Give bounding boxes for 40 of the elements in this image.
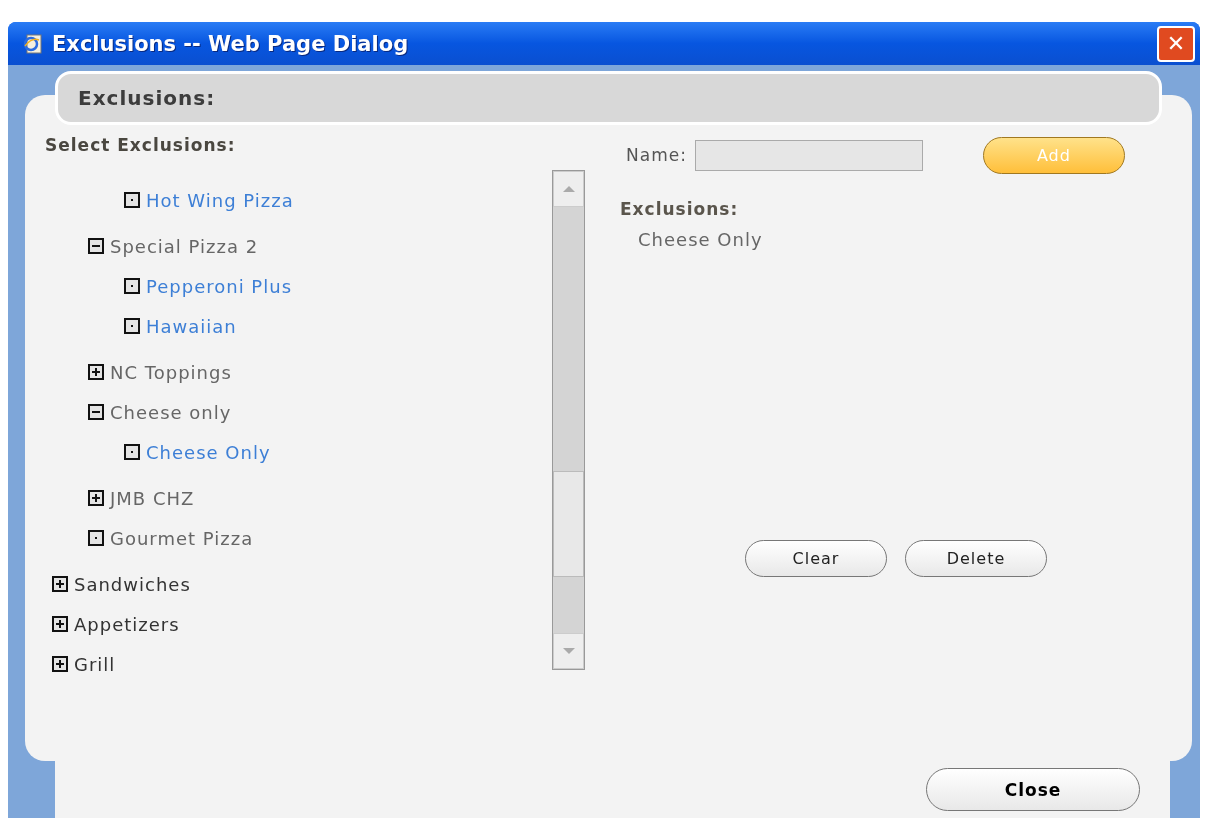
close-button[interactable]: ✕: [1157, 25, 1195, 62]
exclusions-title: Exclusions:: [620, 199, 740, 219]
scrollbar[interactable]: [552, 170, 585, 670]
scroll-thumb[interactable]: [553, 471, 584, 577]
expand-icon[interactable]: [88, 490, 104, 506]
exclusion-item[interactable]: Cheese Only: [638, 229, 1192, 250]
tree-title: Select Exclusions:: [45, 135, 237, 155]
expand-icon[interactable]: [88, 364, 104, 380]
name-field[interactable]: [694, 139, 923, 171]
leaf-icon[interactable]: [88, 530, 104, 546]
category-label[interactable]: Gourmet Pizza: [110, 527, 254, 549]
exclusion-link[interactable]: Pepperoni Plus: [146, 275, 292, 297]
collapse-icon[interactable]: [88, 238, 104, 254]
window-title: Exclusions -- Web Page Dialog: [52, 31, 410, 56]
header-title: Exclusions:: [78, 86, 216, 110]
category-label[interactable]: Special Pizza 2: [110, 235, 259, 257]
category-label[interactable]: JMB CHZ: [110, 487, 195, 509]
category-label[interactable]: Grill: [74, 653, 116, 675]
close-dialog-button[interactable]: Close: [926, 768, 1140, 811]
leaf-icon[interactable]: [124, 278, 140, 294]
name-label: Name:: [626, 145, 687, 165]
category-label[interactable]: NC Toppings: [110, 361, 232, 383]
expand-icon[interactable]: [52, 656, 68, 672]
leaf-icon[interactable]: [124, 444, 140, 460]
collapse-icon[interactable]: [88, 404, 104, 420]
exclusion-link[interactable]: Hot Wing Pizza: [146, 189, 294, 211]
category-label[interactable]: Sandwiches: [74, 573, 191, 595]
leaf-icon[interactable]: [124, 192, 140, 208]
exclusion-link[interactable]: Hawaiian: [146, 315, 237, 337]
category-label[interactable]: Cheese only: [110, 401, 232, 423]
leaf-icon[interactable]: [124, 318, 140, 334]
down-arrow-icon: [561, 647, 576, 655]
category-label[interactable]: Appetizers: [74, 613, 180, 635]
action-button[interactable]: Delete: [905, 540, 1047, 577]
exclusion-link[interactable]: Cheese Only: [146, 441, 271, 463]
up-arrow-icon: [561, 185, 576, 193]
expand-icon[interactable]: [52, 616, 68, 632]
expand-icon[interactable]: [52, 576, 68, 592]
page-icon: [22, 32, 44, 55]
action-button[interactable]: Clear: [745, 540, 887, 577]
